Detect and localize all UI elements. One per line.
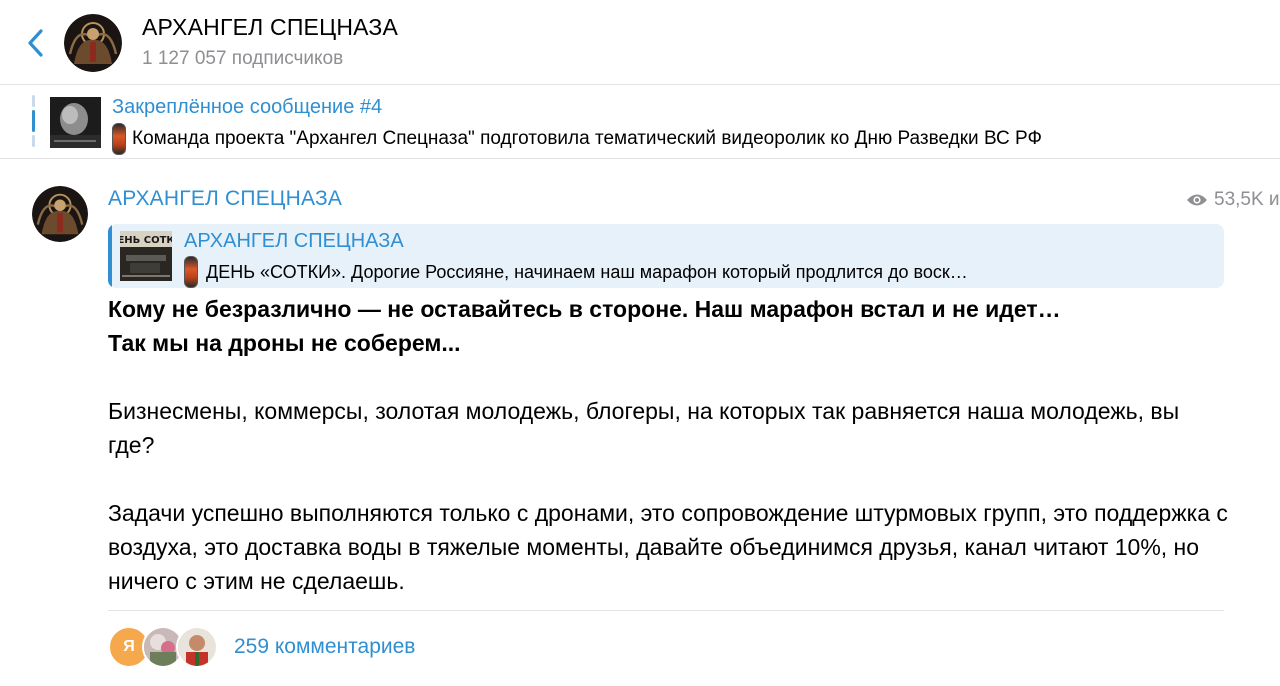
post-author-avatar[interactable]	[32, 186, 88, 242]
comments-divider	[108, 610, 1224, 611]
reply-accent-bar	[108, 224, 112, 288]
post-paragraph-3: Задачи успешно выполняются только с дрон…	[108, 500, 1228, 594]
post-bold-line-1: Кому не безразлично — не оставайтесь в с…	[108, 296, 1061, 322]
rocket-emoji-icon	[112, 123, 126, 155]
pinned-indicator	[32, 95, 36, 147]
rocket-emoji-icon	[184, 256, 198, 288]
pinned-text-row: Команда проекта "Архангел Спецназа" подг…	[112, 123, 1042, 155]
chat-header: АРХАНГЕЛ СПЕЦНАЗА 1 127 057 подписчиков	[0, 0, 1280, 85]
reply-thumb-label: ЕНЬ СОТК	[120, 235, 172, 246]
chevron-left-icon	[28, 29, 43, 57]
channel-title: АРХАНГЕЛ СПЕЦНАЗА	[142, 14, 399, 40]
channel-avatar[interactable]	[64, 14, 122, 72]
view-count-text: 53,5K и	[1214, 189, 1280, 210]
comments-count: 259 комментариев	[234, 635, 416, 658]
post-body: Кому не безразлично — не оставайтесь в с…	[108, 292, 1228, 598]
reply-preview[interactable]: ЕНЬ СОТК АРХАНГЕЛ СПЕЦНАЗА ДЕНЬ «СОТКИ».…	[108, 224, 1224, 288]
reply-author: АРХАНГЕЛ СПЕЦНАЗА	[184, 230, 404, 252]
pinned-message-bar[interactable]: Закреплённое сообщение #4 Команда проект…	[0, 85, 1280, 159]
post-paragraph-2: Бизнесмены, коммерсы, золотая молодежь, …	[108, 398, 1180, 458]
view-count: 53,5K и	[1186, 189, 1280, 211]
reply-text-row: ДЕНЬ «СОТКИ». Дорогие Россияне, начинаем…	[184, 256, 1214, 288]
pinned-title: Закреплённое сообщение #4	[112, 96, 383, 118]
commenter-avatar	[176, 626, 218, 668]
commenter-avatar-letter: Я	[123, 638, 135, 655]
reply-thumbnail: ЕНЬ СОТК	[120, 231, 172, 281]
comments-button[interactable]: Я 259 комментариев	[108, 626, 415, 668]
pinned-thumbnail	[50, 97, 101, 148]
reply-text: ДЕНЬ «СОТКИ». Дорогие Россияне, начинаем…	[206, 261, 968, 282]
post-bold-line-2: Так мы на дроны не соберем...	[108, 330, 461, 356]
pinned-text: Команда проекта "Архангел Спецназа" подг…	[132, 128, 1042, 149]
eye-icon	[1187, 194, 1207, 206]
post-author-name[interactable]: АРХАНГЕЛ СПЕЦНАЗА	[108, 187, 342, 211]
subscriber-count: 1 127 057 подписчиков	[142, 48, 344, 69]
back-button[interactable]	[22, 26, 52, 60]
